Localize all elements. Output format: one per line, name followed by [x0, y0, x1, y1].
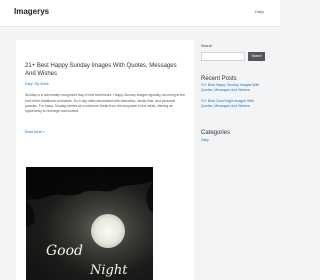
post-excerpt: Sunday is a universally recognized day o… [25, 93, 186, 114]
site-header: Imagerys Daily [0, 0, 280, 27]
main-content: 21+ Best Happy Sunday Images With Quotes… [16, 40, 194, 280]
category-link-daily[interactable]: Daily [201, 138, 209, 142]
post-title[interactable]: 21+ Best Happy Sunday Images With Quotes… [25, 62, 185, 79]
image-text-good: Good [46, 243, 84, 259]
nav-link-daily[interactable]: Daily [255, 9, 264, 14]
read-more-link[interactable]: Read More » [25, 130, 45, 134]
post-featured-image[interactable]: Good Night [26, 167, 153, 280]
search-button[interactable]: Search [248, 52, 265, 61]
recent-posts-heading: Recent Posts [201, 76, 237, 82]
categories-heading: Categories [201, 130, 231, 136]
search-label: Search [201, 44, 213, 48]
post-meta[interactable]: Daily / By Shiek [25, 82, 49, 86]
recent-post-link[interactable]: 21+ Best Good Night Images With Quotes, … [201, 99, 263, 108]
image-text-night: Night [90, 263, 128, 278]
recent-post-link[interactable]: 21+ Best Happy Sunday Images With Quotes… [201, 83, 263, 92]
site-title[interactable]: Imagerys [14, 7, 49, 16]
search-input[interactable] [201, 52, 245, 61]
